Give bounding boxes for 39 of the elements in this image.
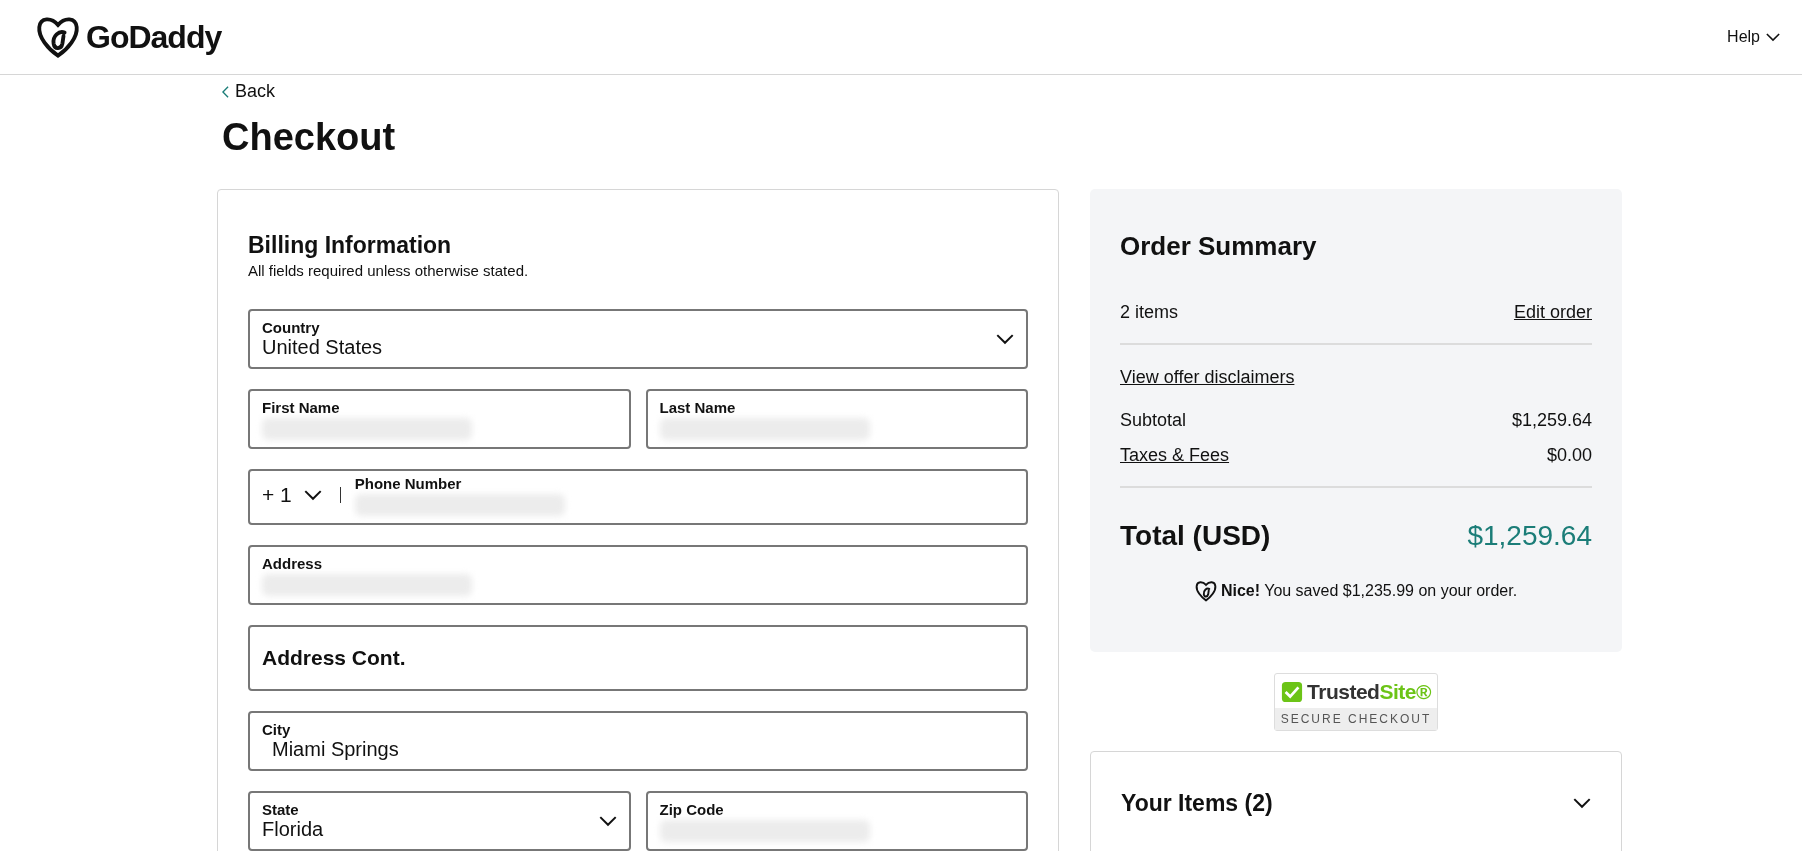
input-field[interactable]: City Miami Springs [248,711,1028,771]
chevron-icon [598,815,617,827]
heart-logo-icon [36,15,80,59]
phone-field[interactable]: + 1 Phone Number [248,469,1028,525]
page-title: Checkout [222,116,397,159]
input-field[interactable]: Address [248,545,1028,605]
input-field[interactable]: Last Name [645,389,1028,449]
input-field[interactable]: First Name [248,389,631,449]
checkmark-icon [1281,681,1304,703]
select-field[interactable]: Country United States [248,309,1028,369]
fees-link[interactable]: Taxes & Fees [1120,445,1230,466]
input-field[interactable]: Address Cont. [248,625,1028,691]
chevron-icon [303,489,322,501]
help-menu[interactable]: Help [1727,28,1780,46]
heart-logo-icon [1194,580,1217,602]
chevron-icon [1766,32,1780,42]
item-count: 2 items [1120,302,1179,323]
chevron-left-icon [222,85,229,98]
select-field[interactable]: State Florida [248,791,631,851]
savings-message: Nice! You saved $1,235.99 on your order. [1220,582,1518,600]
line-amount: $1,259.64 [1511,410,1592,431]
input-field[interactable]: Zip Code [645,791,1028,851]
logo-wordmark[interactable]: GoDaddy [86,18,222,56]
edit-order-link[interactable]: Edit order [1513,302,1592,323]
back-link[interactable]: Back [222,81,276,102]
line-amount: $0.00 [1546,445,1592,466]
items-panel[interactable]: Your Items (2) [1090,751,1622,851]
badge-subtitle: SECURE CHECKOUT [1274,708,1438,730]
total-label: Total (USD) [1120,520,1271,552]
section-title: Billing Information [248,232,453,259]
chevron-icon [996,333,1014,345]
line-label: Subtotal [1120,410,1187,431]
disclaimers-link[interactable]: View offer disclaimers [1120,367,1295,388]
summary-title: Order Summary [1120,231,1318,262]
badge-title: TrustedSite® [1307,680,1431,704]
trust-badge[interactable]: TrustedSite® SECURE CHECKOUT [1273,673,1439,731]
form-note: All fields required unless otherwise stated. [248,262,530,279]
total-amount: $1,259.64 [1467,520,1592,552]
items-title: Your Items (2) [1121,790,1273,817]
